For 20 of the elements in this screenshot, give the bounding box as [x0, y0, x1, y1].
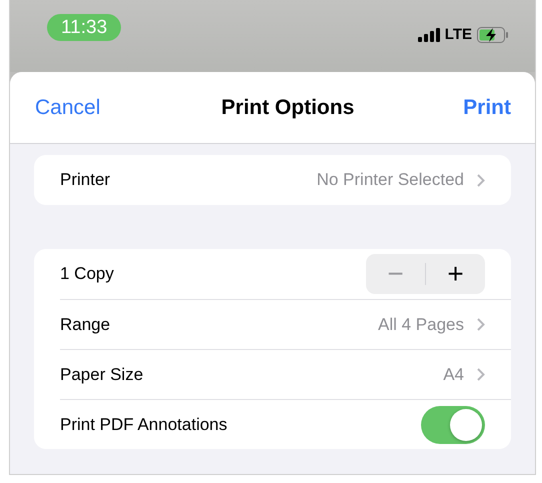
chevron-icon[interactable]	[477, 368, 485, 381]
row-label: Paper Size	[60, 364, 144, 384]
signal-icon	[418, 28, 440, 42]
row-value[interactable]: No Printer Selected	[316, 170, 464, 190]
sheet-title: Print Options	[221, 96, 354, 120]
chevron-icon[interactable]	[477, 318, 485, 331]
status-time: 11:33	[47, 14, 122, 41]
row-label: Print PDF Annotations	[60, 414, 228, 434]
chevron-icon[interactable]	[477, 174, 485, 186]
cancel-button[interactable]: Cancel	[35, 96, 100, 120]
network-label: LTE	[444, 26, 472, 43]
increment-button[interactable]: +	[426, 254, 485, 294]
row-label: Range	[60, 314, 112, 334]
toggle-switch[interactable]	[421, 406, 485, 444]
row-value[interactable]: All 4 Pages	[378, 314, 464, 334]
row-label: Printer	[60, 170, 112, 190]
battery-charging-icon	[477, 26, 509, 42]
row-label: 1 Copy	[60, 264, 115, 284]
row-value[interactable]: A4	[443, 364, 464, 384]
print-button[interactable]: Print	[463, 96, 511, 120]
